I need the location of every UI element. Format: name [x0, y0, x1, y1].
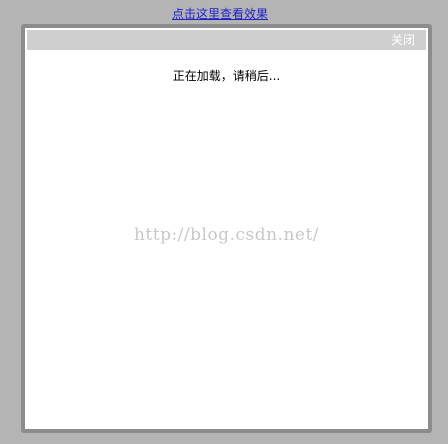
dialog-titlebar: 关闭	[27, 30, 426, 50]
close-button[interactable]: 关闭	[391, 33, 415, 47]
watermark: http://blog.csdn.net/	[133, 225, 320, 245]
modal-dialog: 关闭 正在加载，请稍后... http://blog.csdn.net/	[21, 24, 432, 433]
view-effect-link[interactable]: 点击这里查看效果	[172, 7, 268, 21]
top-link-container: 点击这里查看效果	[0, 7, 440, 21]
loading-message: 正在加载，请稍后...	[172, 69, 281, 83]
